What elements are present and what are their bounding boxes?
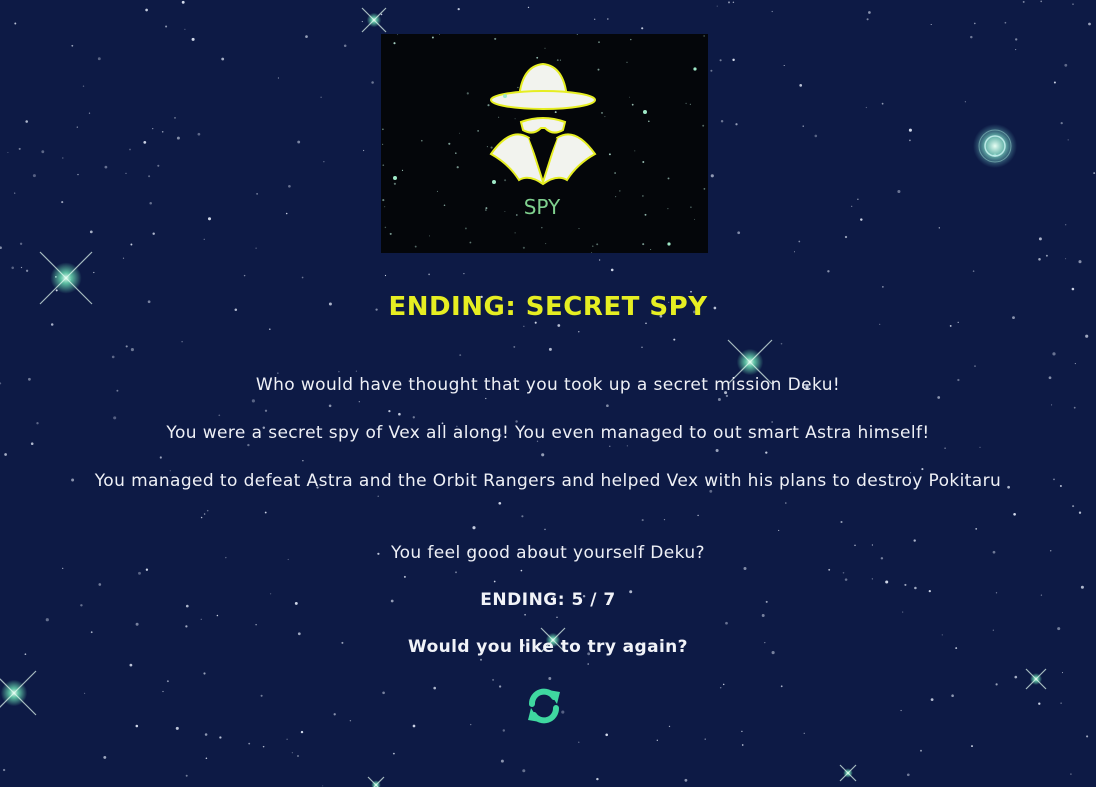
restart-icon xyxy=(528,688,560,724)
spy-label: SPY xyxy=(524,195,561,219)
ending-image: SPY xyxy=(381,34,708,253)
story-paragraph-1: Who would have thought that you took up … xyxy=(255,375,841,395)
try-again-prompt: Would you like to try again? xyxy=(408,637,688,657)
story-paragraph-2: You were a secret spy of Vex all along! … xyxy=(166,423,930,443)
story-paragraph-3: You managed to defeat Astra and the Orbi… xyxy=(94,471,1002,491)
story-paragraph-4: You feel good about yourself Deku? xyxy=(391,543,705,563)
spy-hat-icon xyxy=(489,62,597,186)
ending-title: ENDING: SECRET SPY xyxy=(388,292,708,322)
ending-count: ENDING: 5 / 7 xyxy=(480,590,616,610)
ending-screen: SPY ENDING: SECRET SPY Who would have th… xyxy=(0,0,1096,787)
restart-button[interactable] xyxy=(524,686,564,726)
